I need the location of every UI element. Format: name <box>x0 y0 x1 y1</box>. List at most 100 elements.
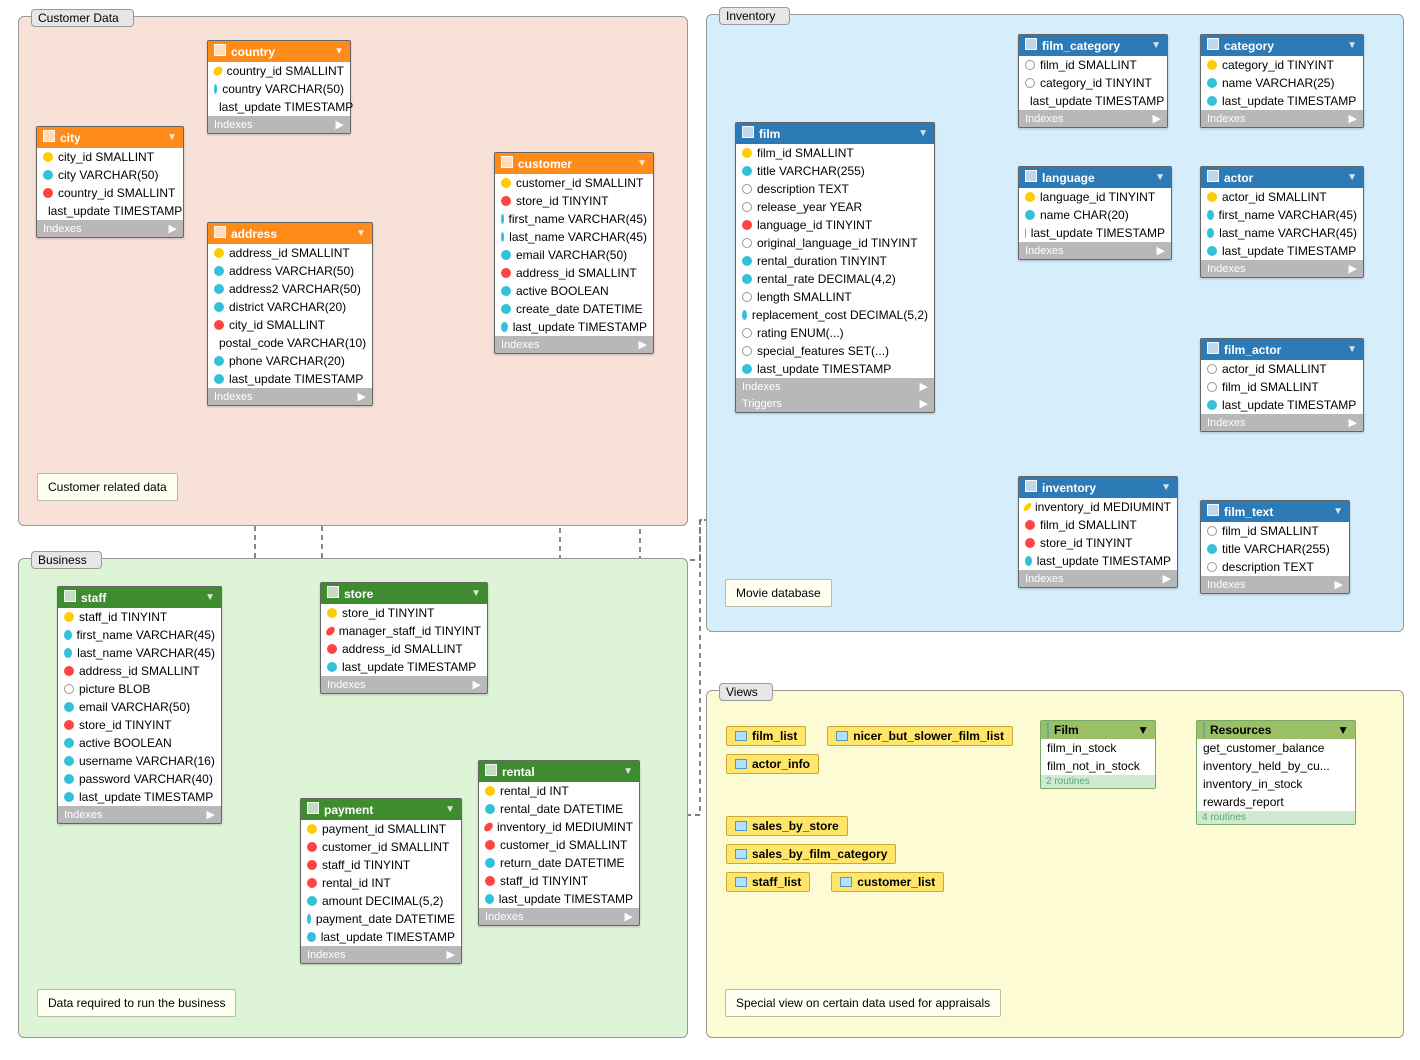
fk-icon <box>62 664 76 678</box>
table-actor-title: actor <box>1224 171 1253 185</box>
table-category-columns: category_id TINYINTname VARCHAR(25)last_… <box>1201 56 1363 110</box>
column-row: manager_staff_id TINYINT <box>321 622 487 640</box>
fk-icon <box>499 194 513 208</box>
table-category[interactable]: category ▼ category_id TINYINTname VARCHA… <box>1200 34 1364 128</box>
view-button-film-list[interactable]: film_list <box>726 726 806 746</box>
column-row: phone VARCHAR(20) <box>208 352 372 370</box>
column-row: film_id SMALLINT <box>736 144 934 162</box>
column-row: username VARCHAR(16) <box>58 752 221 770</box>
routine-group-resources[interactable]: Resources▼ get_customer_balance inventor… <box>1196 720 1356 825</box>
column-label: last_name VARCHAR(45) <box>1219 226 1357 240</box>
column-icon <box>1023 58 1037 72</box>
column-label: manager_staff_id TINYINT <box>339 624 481 638</box>
table-address[interactable]: address▼ address_id SMALLINTaddress VARC… <box>207 222 373 406</box>
region-inventory-note: Movie database <box>725 579 832 607</box>
table-actor[interactable]: actor▼ actor_id SMALLINTfirst_name VARCH… <box>1200 166 1364 278</box>
column-label: country_id SMALLINT <box>227 64 344 78</box>
table-film-actor-indexes[interactable]: Indexes▶ <box>1201 414 1363 431</box>
column-label: replacement_cost DECIMAL(5,2) <box>752 308 928 322</box>
table-inventory[interactable]: inventory▼ inventory_id MEDIUMINTfilm_id… <box>1018 476 1178 588</box>
table-film-category-indexes[interactable]: Indexes▶ <box>1019 110 1167 127</box>
table-store[interactable]: store▼ store_id TINYINTmanager_staff_id … <box>320 582 488 694</box>
view-button-actor-info[interactable]: actor_info <box>726 754 819 774</box>
table-film-text[interactable]: film_text▼ film_id SMALLINTtitle VARCHAR… <box>1200 500 1350 594</box>
table-category-indexes[interactable]: Indexes▶ <box>1201 110 1363 127</box>
table-country-indexes[interactable]: Indexes▶ <box>208 116 350 133</box>
table-payment-indexes[interactable]: Indexes▶ <box>301 946 461 963</box>
table-customer-indexes[interactable]: Indexes▶ <box>495 336 653 353</box>
column-row: city VARCHAR(50) <box>37 166 183 184</box>
table-film-actor[interactable]: film_actor▼ actor_id SMALLINTfilm_id SMA… <box>1200 338 1364 432</box>
chevron-down-icon: ▼ <box>1347 40 1357 51</box>
routine-group-film[interactable]: Film▼ film_in_stock film_not_in_stock 2 … <box>1040 720 1156 789</box>
region-views-note: Special view on certain data used for ap… <box>725 989 1001 1017</box>
column-label: film_id SMALLINT <box>1040 518 1137 532</box>
table-rental-indexes[interactable]: Indexes▶ <box>479 908 639 925</box>
column-row: name VARCHAR(25) <box>1201 74 1363 92</box>
column-label: category_id TINYINT <box>1040 76 1152 90</box>
column-row: last_update TIMESTAMP <box>495 318 653 336</box>
fk-icon <box>483 874 497 888</box>
table-film-indexes[interactable]: Indexes▶ <box>736 378 934 395</box>
pk-icon <box>1205 58 1219 72</box>
column-label: film_id SMALLINT <box>1040 58 1137 72</box>
column-label: store_id TINYINT <box>79 718 171 732</box>
idx-icon <box>214 356 224 366</box>
table-staff-indexes[interactable]: Indexes▶ <box>58 806 221 823</box>
table-film-text-indexes[interactable]: Indexes▶ <box>1201 576 1349 593</box>
column-label: rental_date DATETIME <box>500 802 623 816</box>
column-row: rental_date DATETIME <box>479 800 639 818</box>
column-row: last_update TIMESTAMP <box>1201 396 1363 414</box>
table-store-indexes[interactable]: Indexes▶ <box>321 676 487 693</box>
table-staff[interactable]: staff▼ staff_id TINYINTfirst_name VARCHA… <box>57 586 222 824</box>
fk-icon <box>305 840 319 854</box>
column-label: country VARCHAR(50) <box>222 82 344 96</box>
table-address-indexes[interactable]: Indexes▶ <box>208 388 372 405</box>
view-button-sales-by-store[interactable]: sales_by_store <box>726 816 848 836</box>
table-film-category[interactable]: film_category▼ film_id SMALLINTcategory_… <box>1018 34 1168 128</box>
idx-icon <box>485 804 495 814</box>
table-city[interactable]: city▼ city_id SMALLINTcity VARCHAR(50)co… <box>36 126 184 238</box>
region-views-label: Views <box>719 683 773 701</box>
view-button-staff-list[interactable]: staff_list <box>726 872 810 892</box>
column-label: country_id SMALLINT <box>58 186 175 200</box>
table-rental[interactable]: rental▼ rental_id INTrental_date DATETIM… <box>478 760 640 926</box>
routine-item: rewards_report <box>1197 793 1355 811</box>
view-button-customer-list[interactable]: customer_list <box>831 872 944 892</box>
column-icon <box>1023 76 1037 90</box>
pk-icon <box>305 822 319 836</box>
column-label: store_id TINYINT <box>342 606 434 620</box>
column-row: film_id SMALLINT <box>1201 522 1349 540</box>
fk-icon <box>305 858 319 872</box>
view-button-nicer-but-slower-film-list[interactable]: nicer_but_slower_film_list <box>827 726 1013 746</box>
table-customer-title: customer <box>518 157 572 171</box>
table-inventory-columns: inventory_id MEDIUMINTfilm_id SMALLINTst… <box>1019 498 1177 570</box>
idx-icon <box>501 214 504 224</box>
column-row: create_date DATETIME <box>495 300 653 318</box>
column-row: country_id SMALLINT <box>208 62 350 80</box>
idx-icon <box>64 756 74 766</box>
table-customer[interactable]: customer▼ customer_id SMALLINTstore_id T… <box>494 152 654 354</box>
table-language[interactable]: language▼ language_id TINYINTname CHAR(2… <box>1018 166 1172 260</box>
idx-icon <box>742 310 747 320</box>
column-row: category_id TINYINT <box>1019 74 1167 92</box>
column-label: email VARCHAR(50) <box>516 248 627 262</box>
table-city-indexes[interactable]: Indexes▶ <box>37 220 183 237</box>
column-label: last_update TIMESTAMP <box>229 372 363 386</box>
view-button-sales-by-film-category[interactable]: sales_by_film_category <box>726 844 896 864</box>
column-row: length SMALLINT <box>736 288 934 306</box>
column-row: last_update TIMESTAMP <box>1019 92 1167 110</box>
column-label: rental_rate DECIMAL(4,2) <box>757 272 896 286</box>
table-payment[interactable]: payment▼ payment_id SMALLINTcustomer_id … <box>300 798 462 964</box>
table-store-title: store <box>344 587 373 601</box>
chevron-down-icon: ▼ <box>334 46 344 57</box>
idx-icon <box>307 914 311 924</box>
table-film-triggers[interactable]: Triggers▶ <box>736 395 934 412</box>
table-inventory-indexes[interactable]: Indexes▶ <box>1019 570 1177 587</box>
table-country[interactable]: country▼ country_id SMALLINTcountry VARC… <box>207 40 351 134</box>
table-language-indexes[interactable]: Indexes▶ <box>1019 242 1171 259</box>
table-actor-indexes[interactable]: Indexes▶ <box>1201 260 1363 277</box>
table-category-title: category <box>1224 39 1274 53</box>
table-film[interactable]: film▼ film_id SMALLINTtitle VARCHAR(255)… <box>735 122 935 413</box>
column-row: address_id SMALLINT <box>208 244 372 262</box>
